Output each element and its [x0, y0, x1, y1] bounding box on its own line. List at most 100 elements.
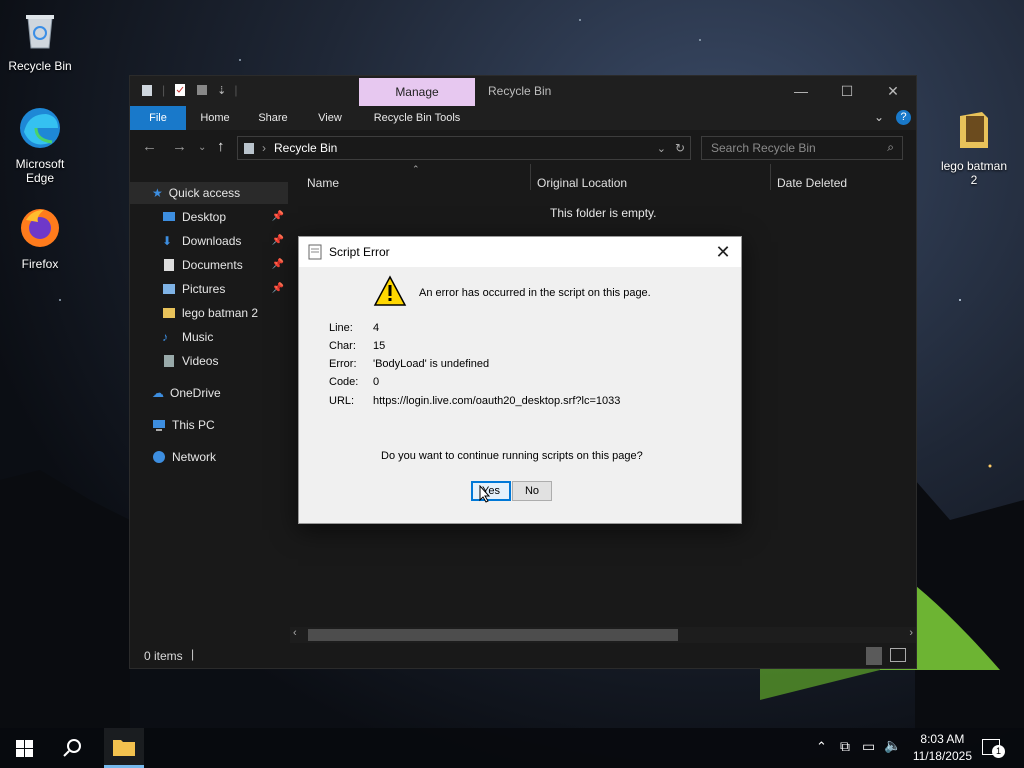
- search-input[interactable]: [709, 140, 878, 156]
- pin-icon[interactable]: 📌: [272, 283, 284, 294]
- large-icons-view-icon[interactable]: [890, 648, 906, 662]
- quick-access-toolbar: | ⇣ |: [140, 83, 237, 97]
- search-icon[interactable]: [62, 738, 82, 758]
- desktop-icon-edge[interactable]: Microsoft Edge: [0, 106, 80, 185]
- help-icon[interactable]: ?: [896, 110, 911, 125]
- horizontal-scrollbar[interactable]: ‹ ›: [290, 627, 916, 643]
- star-icon: ★: [152, 186, 163, 200]
- properties-icon[interactable]: [173, 83, 187, 97]
- nav-item-desktop[interactable]: Desktop 📌: [130, 206, 288, 228]
- desktop-icon-firefox[interactable]: Firefox: [0, 206, 80, 271]
- column-header-date-deleted[interactable]: Date Deleted: [777, 176, 847, 190]
- picture-icon: [163, 284, 175, 294]
- scroll-right-icon[interactable]: ›: [909, 627, 913, 639]
- windows-start-icon[interactable]: [16, 740, 33, 757]
- video-icon: [164, 355, 174, 367]
- error-value: 'BodyLoad' is undefined: [373, 358, 490, 370]
- title-bar: | ⇣ | Manage Recycle Bin — ☐ ✕: [130, 76, 916, 106]
- nav-network-label: Network: [172, 450, 217, 464]
- up-icon[interactable]: ↑: [217, 138, 225, 155]
- pin-icon[interactable]: 📌: [272, 259, 284, 270]
- column-divider[interactable]: [770, 164, 771, 190]
- show-hidden-icons-icon[interactable]: ⌃: [816, 739, 827, 755]
- breadcrumb-separator-icon: ›: [262, 141, 266, 155]
- document-icon: [308, 244, 322, 260]
- system-clock[interactable]: 8:03 AM 11/18/2025: [913, 731, 972, 765]
- new-folder-icon[interactable]: [195, 83, 209, 97]
- nav-item-documents[interactable]: Documents 📌: [130, 254, 288, 276]
- char-label: Char:: [329, 340, 356, 352]
- recycle-bin-small-icon: [142, 85, 152, 96]
- refresh-icon[interactable]: ↻: [675, 141, 685, 155]
- nav-item-label: Desktop: [182, 210, 227, 224]
- column-divider[interactable]: [530, 164, 531, 190]
- tab-view[interactable]: View: [306, 106, 354, 130]
- search-icon[interactable]: ⌕: [887, 140, 894, 155]
- manage-tab[interactable]: Manage: [359, 78, 475, 106]
- column-header-name[interactable]: Name: [307, 176, 339, 190]
- nav-onedrive[interactable]: ☁ OneDrive: [130, 382, 288, 404]
- lego-batman-label-line2: 2: [970, 173, 978, 187]
- nav-quick-access[interactable]: ★ Quick access: [130, 182, 288, 204]
- tab-file[interactable]: File: [130, 106, 186, 130]
- line-label: Line:: [329, 322, 353, 334]
- nav-item-label: Documents: [182, 258, 243, 272]
- clock-time: 8:03 AM: [920, 732, 965, 746]
- pin-icon[interactable]: 📌: [272, 211, 284, 222]
- nav-item-videos[interactable]: Videos: [130, 350, 288, 372]
- nav-onedrive-label: OneDrive: [170, 386, 221, 400]
- music-note-icon: ♪: [162, 330, 168, 344]
- nav-item-lego-batman-2[interactable]: lego batman 2: [130, 302, 288, 324]
- nav-quick-access-label: Quick access: [168, 186, 241, 200]
- scrollbar-thumb[interactable]: [308, 629, 678, 641]
- nav-item-pictures[interactable]: Pictures 📌: [130, 278, 288, 300]
- edge-label-line1: Microsoft: [15, 157, 65, 171]
- tab-share[interactable]: Share: [248, 106, 298, 130]
- separator: |: [162, 83, 166, 97]
- script-error-dialog: Script Error ✕ An error has occurred in …: [298, 236, 742, 524]
- minimize-button[interactable]: —: [778, 76, 824, 106]
- desktop-icon-lego-batman-2[interactable]: lego batman 2: [934, 108, 1014, 187]
- navigation-pane: ★ Quick access Desktop 📌 ⬇ Downloads 📌 D…: [130, 174, 288, 644]
- recycle-bin-small-icon: [244, 143, 254, 154]
- code-value: 0: [373, 376, 380, 388]
- yes-button[interactable]: Yes: [471, 481, 511, 501]
- back-icon[interactable]: ←: [142, 138, 157, 155]
- window-title: Recycle Bin: [488, 84, 552, 98]
- meet-now-icon[interactable]: ⧉: [840, 738, 850, 755]
- taskbar-file-explorer[interactable]: [104, 728, 144, 768]
- pin-icon[interactable]: 📌: [272, 235, 284, 246]
- desktop-icon: [163, 212, 175, 221]
- no-button[interactable]: No: [512, 481, 552, 501]
- address-dropdown-icon[interactable]: ⌄: [657, 142, 666, 155]
- details-view-icon[interactable]: [866, 647, 882, 665]
- customize-toolbar-icon[interactable]: ⇣: [217, 84, 226, 97]
- nav-item-music[interactable]: ♪ Music: [130, 326, 288, 348]
- tab-recycle-bin-tools[interactable]: Recycle Bin Tools: [362, 106, 472, 130]
- forward-icon[interactable]: →: [172, 138, 187, 155]
- address-field[interactable]: › Recycle Bin ⌄ ↻: [237, 136, 691, 160]
- nav-network[interactable]: Network: [130, 446, 288, 468]
- notification-center-icon[interactable]: 1: [982, 739, 1005, 758]
- error-message: An error has occurred in the script on t…: [419, 287, 651, 299]
- volume-muted-icon[interactable]: 🔈: [884, 737, 901, 754]
- scroll-left-icon[interactable]: ‹: [293, 627, 297, 639]
- ribbon-expand-icon[interactable]: ⌄: [874, 110, 884, 124]
- nav-item-label: lego batman 2: [182, 306, 259, 320]
- tab-home[interactable]: Home: [190, 106, 240, 130]
- desktop-icon-recycle-bin[interactable]: Recycle Bin: [0, 8, 80, 73]
- folder-icon: [960, 112, 988, 148]
- network-icon[interactable]: ▭: [862, 738, 875, 755]
- column-header-original-location[interactable]: Original Location: [537, 176, 627, 190]
- nav-item-label: Pictures: [182, 282, 226, 296]
- lego-batman-label-line1: lego batman: [940, 159, 1008, 173]
- maximize-button[interactable]: ☐: [824, 76, 870, 106]
- char-value: 15: [373, 340, 386, 352]
- nav-item-label: Videos: [182, 354, 219, 368]
- recent-locations-icon[interactable]: ⌄: [198, 142, 206, 153]
- nav-this-pc[interactable]: This PC: [130, 414, 288, 436]
- close-button[interactable]: ✕: [870, 76, 916, 106]
- nav-item-downloads[interactable]: ⬇ Downloads 📌: [130, 230, 288, 252]
- dialog-close-button[interactable]: ✕: [709, 239, 737, 265]
- url-value: https://login.live.com/oauth20_desktop.s…: [373, 395, 621, 407]
